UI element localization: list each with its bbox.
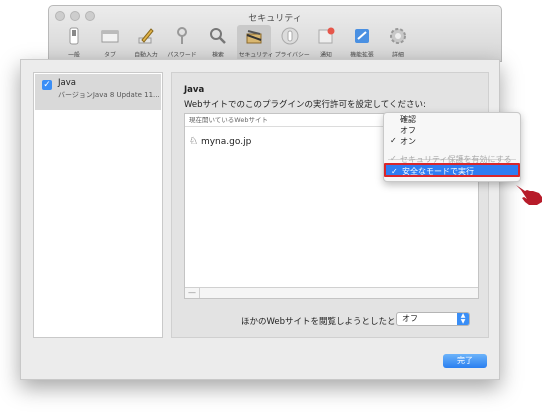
- tab-notifications[interactable]: 通知: [309, 25, 343, 61]
- tab-autofill-label: 自動入力: [134, 51, 158, 59]
- tab-passwords-label: パスワード: [167, 51, 197, 59]
- tab-search-label: 検索: [212, 51, 224, 59]
- menu-item-safe-mode[interactable]: ✓ 安全なモードで実行: [384, 163, 520, 177]
- tab-general-label: 一般: [68, 51, 80, 59]
- site-favicon-icon: ♘: [189, 136, 198, 147]
- shield-icon: [246, 30, 262, 44]
- tab-advanced[interactable]: 詳細: [381, 25, 415, 61]
- done-button[interactable]: 完了: [443, 354, 487, 368]
- plugin-version: バージョンJava 8 Update 11...: [58, 91, 160, 99]
- table-footer: —: [185, 287, 478, 298]
- remove-button[interactable]: —: [185, 288, 200, 298]
- preferences-toolbar: 一般 タブ 自動入力 パスワード 検索 セキュリティ プライバシー 通知 機能拡…: [57, 25, 415, 61]
- tab-notifications-label: 通知: [320, 51, 332, 59]
- pointing-hand-icon: [516, 185, 542, 205]
- checkmark-icon: ✓: [390, 136, 397, 145]
- menu-item-off[interactable]: オフ: [400, 125, 416, 136]
- plugin-enabled-checkbox[interactable]: ✓: [42, 80, 52, 90]
- menu-item-on[interactable]: ✓ オン: [390, 136, 416, 147]
- switch-icon: [69, 27, 79, 45]
- key-icon: [177, 27, 187, 44]
- hand-icon: [281, 27, 299, 45]
- preferences-window: セキュリティ 一般 タブ 自動入力 パスワード 検索 セキュリティ プライバシー: [48, 5, 502, 62]
- plugin-row-java[interactable]: ✓ Java バージョンJava 8 Update 11...: [35, 74, 161, 110]
- tab-autofill[interactable]: 自動入力: [129, 25, 163, 61]
- tab-extensions[interactable]: 機能拡張: [345, 25, 379, 61]
- tab-passwords[interactable]: パスワード: [165, 25, 199, 61]
- other-sites-select[interactable]: オフ ▲ ▼: [396, 312, 470, 326]
- menu-item-ask[interactable]: 確認: [400, 114, 416, 125]
- tab-advanced-label: 詳細: [392, 51, 404, 59]
- tabs-icon: [101, 30, 119, 43]
- tab-privacy[interactable]: プライバシー: [273, 25, 310, 61]
- pencil-icon: [138, 28, 154, 44]
- other-sites-label: ほかのWebサイトを閲覧しようとしたとき:: [241, 317, 407, 327]
- checkmark-icon: ✓: [391, 167, 398, 176]
- plugin-list: ✓ Java バージョンJava 8 Update 11...: [33, 72, 163, 338]
- search-icon: [210, 28, 226, 44]
- tab-tabs[interactable]: タブ: [93, 25, 127, 61]
- bell-icon: [318, 27, 335, 44]
- detail-title: Java: [184, 85, 205, 95]
- chevron-updown-icon: ▲ ▼: [457, 313, 469, 325]
- menu-item-on-label: オン: [400, 137, 416, 146]
- tab-tabs-label: タブ: [104, 51, 116, 59]
- tab-extensions-label: 機能拡張: [350, 51, 374, 59]
- window-title: セキュリティ: [248, 14, 302, 24]
- website-name: myna.go.jp: [200, 136, 252, 147]
- puzzle-icon: [355, 29, 369, 43]
- website-row[interactable]: ♘ myna.go.jp: [189, 136, 251, 147]
- menu-item-safe-mode-label: 安全なモードで実行: [402, 167, 474, 176]
- checkmark-icon: ✓: [390, 154, 397, 163]
- tab-search[interactable]: 検索: [201, 25, 235, 61]
- tab-privacy-label: プライバシー: [274, 51, 310, 59]
- plugin-name: Java: [58, 78, 76, 88]
- tab-general[interactable]: 一般: [57, 25, 91, 61]
- detail-description: Webサイトでのこのプラグインの実行許可を設定してください:: [184, 100, 426, 110]
- tab-security[interactable]: セキュリティ: [237, 25, 274, 61]
- gear-icon: [390, 28, 406, 44]
- other-sites-value: オフ: [402, 314, 418, 323]
- plugin-settings-sheet: ✓ Java バージョンJava 8 Update 11... Java Web…: [20, 59, 500, 380]
- tab-security-label: セキュリティ: [238, 51, 274, 59]
